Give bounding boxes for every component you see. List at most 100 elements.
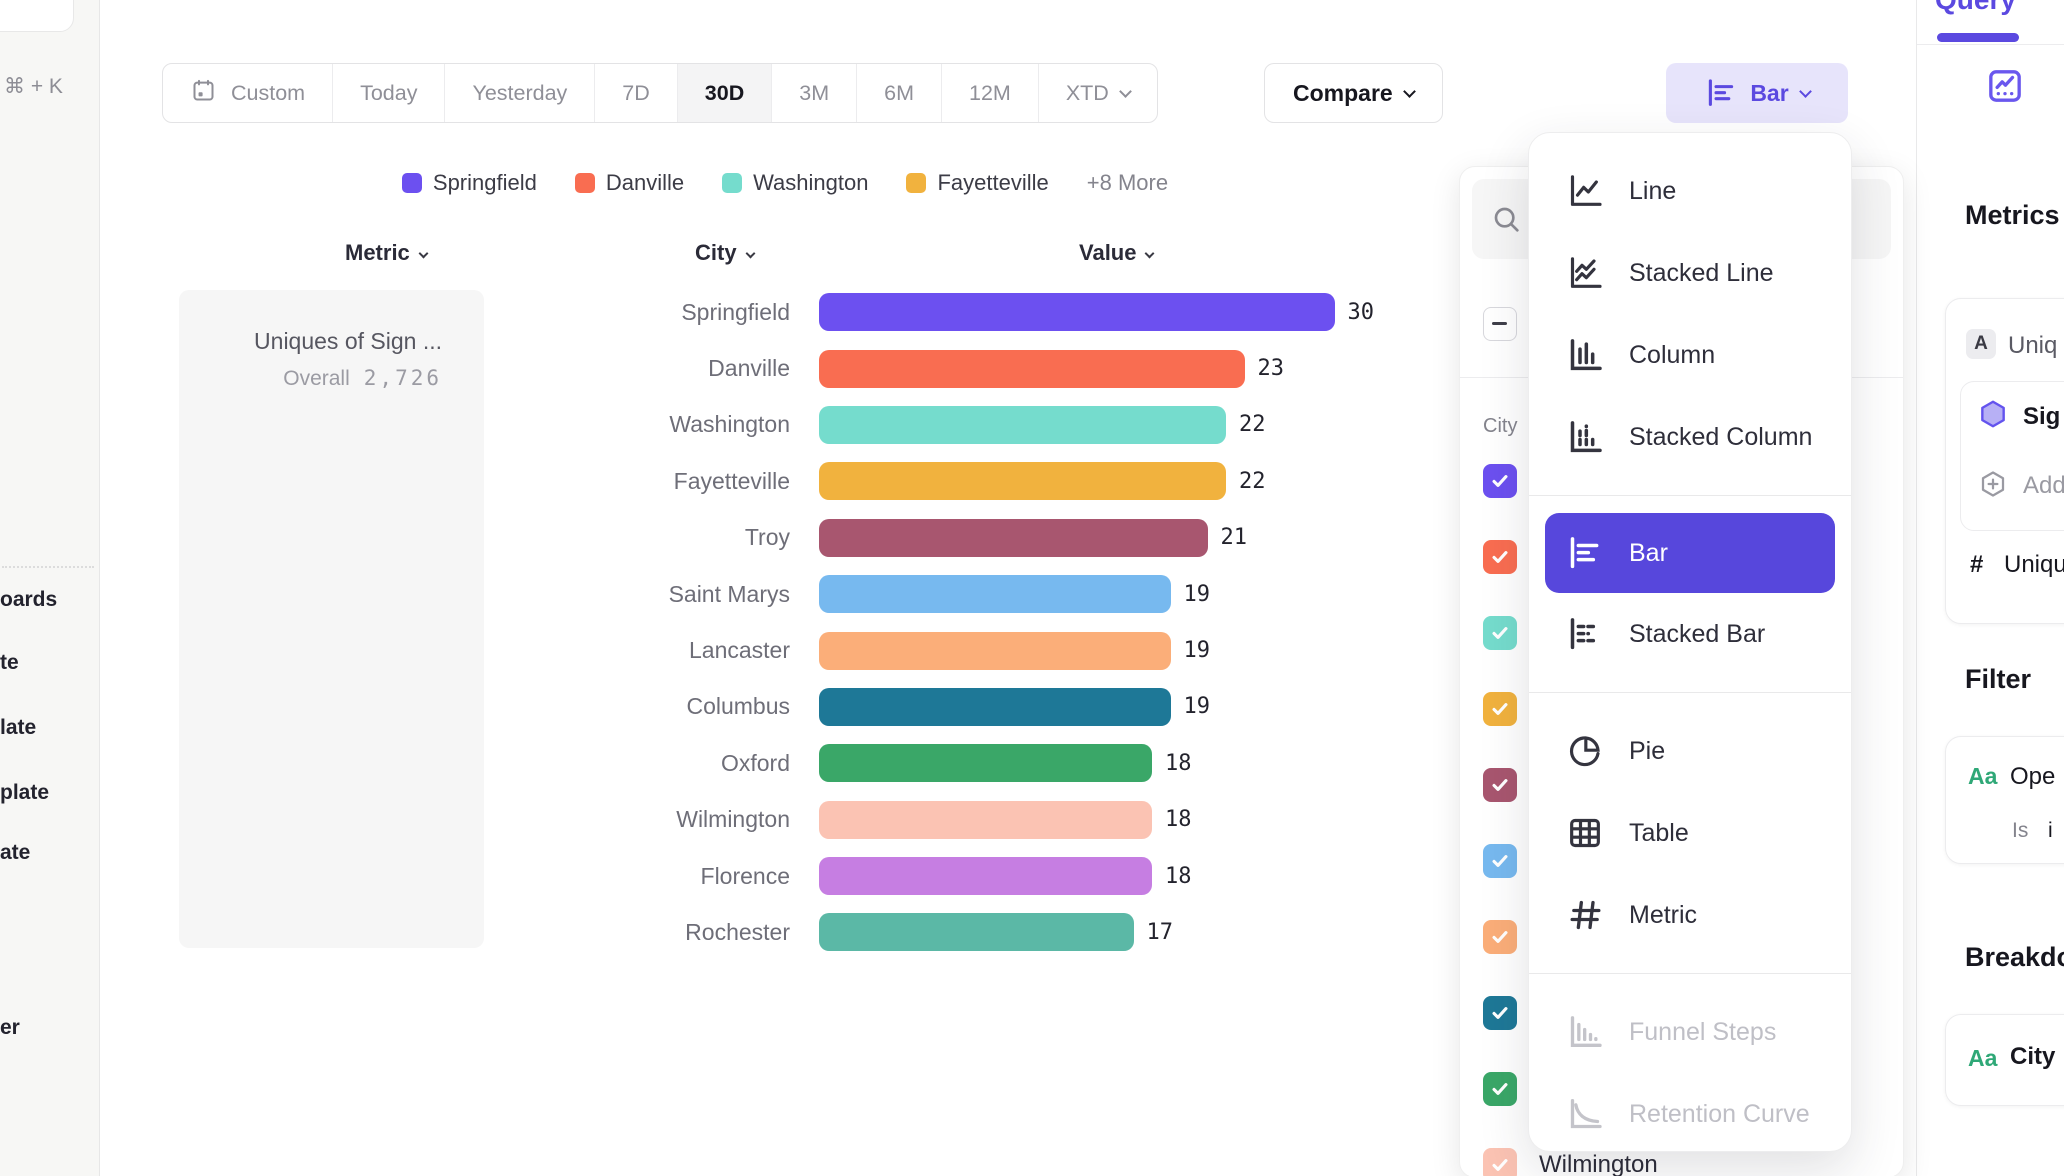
city-checkbox[interactable]: [1483, 616, 1517, 650]
category-label: Lancaster: [100, 637, 790, 664]
city-checkbox[interactable]: [1483, 996, 1517, 1030]
city-checkbox[interactable]: [1483, 692, 1517, 726]
bar[interactable]: [819, 744, 1152, 782]
menu-item-funnel-steps[interactable]: Funnel Steps: [1529, 991, 1851, 1073]
bar[interactable]: [819, 350, 1245, 388]
value-label: 23: [1258, 356, 1285, 381]
legend-item[interactable]: Fayetteville: [906, 170, 1048, 196]
compare-button[interactable]: Compare: [1264, 63, 1443, 123]
category-label: Columbus: [100, 693, 790, 720]
city-checkbox[interactable]: [1483, 768, 1517, 802]
city-checkbox[interactable]: [1483, 844, 1517, 878]
left-sidebar: ⌘ + K oards te late plate ate er: [0, 0, 100, 1176]
bar[interactable]: [819, 462, 1226, 500]
menu-item-label: Retention Curve: [1629, 1100, 1810, 1129]
menu-item-column[interactable]: Column: [1529, 314, 1851, 396]
metrics-card[interactable]: A Uniq Sig Add # Uniqu: [1945, 298, 2064, 624]
count-type-label[interactable]: Uniqu: [2004, 551, 2064, 579]
bar[interactable]: [819, 801, 1152, 839]
legend-swatch: [575, 173, 595, 193]
menu-divider: [1529, 692, 1851, 693]
menu-item-stacked-line[interactable]: Stacked Line: [1529, 232, 1851, 314]
bar[interactable]: [819, 293, 1335, 331]
date-range-30d[interactable]: 30D: [677, 64, 771, 122]
chart-row: Danville23: [100, 340, 1460, 396]
add-event-label[interactable]: Add: [2023, 472, 2064, 500]
column-header-metric[interactable]: Metric: [345, 240, 427, 266]
column-header-value[interactable]: Value: [1079, 240, 1153, 266]
breakdown-card[interactable]: Aa City: [1945, 1014, 2064, 1106]
stacked-line-chart-icon: [1565, 253, 1605, 293]
sidebar-item[interactable]: plate: [0, 781, 49, 805]
filter-operator[interactable]: Is: [2012, 819, 2028, 843]
tab-query[interactable]: Query: [1935, 0, 2016, 16]
menu-item-pie[interactable]: Pie: [1529, 710, 1851, 792]
filter-value[interactable]: i: [2048, 819, 2053, 843]
sidebar-search-box[interactable]: [0, 0, 74, 32]
menu-item-bar[interactable]: Bar: [1545, 513, 1835, 593]
add-event-hexagon-icon[interactable]: [1978, 469, 2008, 499]
select-all-checkbox[interactable]: [1483, 307, 1517, 341]
check-icon: [1489, 850, 1511, 872]
insights-chart-icon[interactable]: [1985, 66, 2025, 106]
menu-divider: [1529, 973, 1851, 974]
bar[interactable]: [819, 913, 1134, 951]
column-chart-icon: [1565, 335, 1605, 375]
bar[interactable]: [819, 575, 1171, 613]
bar[interactable]: [819, 519, 1208, 557]
sidebar-item[interactable]: ate: [0, 841, 30, 865]
bar[interactable]: [819, 406, 1226, 444]
date-range-today[interactable]: Today: [332, 64, 444, 122]
legend-item[interactable]: Danville: [575, 170, 684, 196]
category-label: Fayetteville: [100, 468, 790, 495]
chart-row: Columbus19: [100, 679, 1460, 735]
legend-item[interactable]: Washington: [722, 170, 868, 196]
bar[interactable]: [819, 632, 1171, 670]
date-range-label: Custom: [231, 81, 305, 106]
breakdown-property[interactable]: City: [2010, 1043, 2055, 1071]
menu-item-label: Stacked Bar: [1629, 620, 1765, 649]
date-range-label: 30D: [705, 81, 744, 106]
category-label: Springfield: [100, 299, 790, 326]
legend-more-button[interactable]: +8 More: [1087, 170, 1168, 196]
city-checkbox[interactable]: [1483, 1148, 1517, 1176]
date-range-custom[interactable]: Custom: [163, 64, 332, 122]
menu-item-metric[interactable]: Metric: [1529, 874, 1851, 956]
city-checkbox[interactable]: [1483, 1072, 1517, 1106]
city-checkbox[interactable]: [1483, 540, 1517, 574]
selector-city-row[interactable]: Wilmington: [1483, 1148, 1658, 1176]
menu-item-line[interactable]: Line: [1529, 150, 1851, 232]
sidebar-item[interactable]: er: [0, 1016, 20, 1040]
metric-letter-badge: A: [1966, 329, 1996, 359]
sidebar-item[interactable]: late: [0, 716, 36, 740]
chevron-down-icon: [418, 249, 428, 259]
date-range-3m[interactable]: 3M: [771, 64, 856, 122]
menu-item-label: Stacked Line: [1629, 259, 1774, 288]
filter-card[interactable]: Aa Ope Is i: [1945, 736, 2064, 864]
chevron-down-icon: [745, 249, 755, 259]
legend-item[interactable]: Springfield: [402, 170, 537, 196]
menu-item-label: Bar: [1629, 539, 1668, 568]
column-header-label: Value: [1079, 240, 1136, 265]
chart-type-button[interactable]: Bar: [1666, 63, 1848, 123]
filter-property[interactable]: Ope: [2010, 763, 2055, 791]
sidebar-item[interactable]: te: [0, 651, 19, 675]
sidebar-item[interactable]: oards: [0, 588, 57, 612]
date-range-yesterday[interactable]: Yesterday: [444, 64, 594, 122]
date-range-xtd[interactable]: XTD: [1038, 64, 1157, 122]
column-header-city[interactable]: City: [695, 240, 754, 266]
menu-item-retention-curve[interactable]: Retention Curve: [1529, 1073, 1851, 1152]
date-range-7d[interactable]: 7D: [594, 64, 676, 122]
menu-item-table[interactable]: Table: [1529, 792, 1851, 874]
menu-divider: [1529, 495, 1851, 496]
city-checkbox[interactable]: [1483, 920, 1517, 954]
date-range-12m[interactable]: 12M: [941, 64, 1038, 122]
city-checkbox[interactable]: [1483, 464, 1517, 498]
bar[interactable]: [819, 857, 1152, 895]
menu-item-stacked-column[interactable]: Stacked Column: [1529, 396, 1851, 478]
menu-item-stacked-bar[interactable]: Stacked Bar: [1529, 593, 1851, 675]
date-range-6m[interactable]: 6M: [856, 64, 941, 122]
chart-row: Saint Marys19: [100, 566, 1460, 622]
bar[interactable]: [819, 688, 1171, 726]
event-card[interactable]: Sig Add: [1960, 381, 2064, 531]
